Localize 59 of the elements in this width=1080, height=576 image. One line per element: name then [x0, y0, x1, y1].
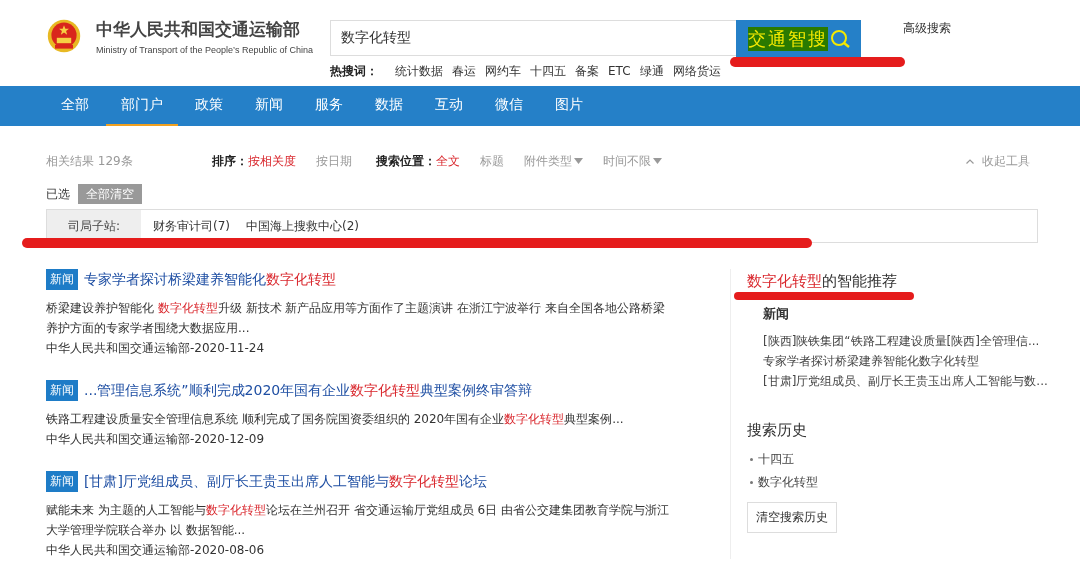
search-field[interactable]: 数字化转型 [330, 20, 736, 56]
hot-word-link[interactable]: 统计数据 [395, 63, 443, 80]
site-title: 中华人民共和国交通运输部 [96, 17, 301, 41]
history-heading: 搜索历史 [747, 421, 808, 440]
caret-icon [574, 158, 583, 164]
nav-tab[interactable]: 微信 [480, 86, 538, 126]
recommend-link[interactable]: [陕西]陕铁集团“铁路工程建设质量[陕西]全管理信... [763, 331, 1047, 351]
nav-tab[interactable]: 服务 [300, 86, 358, 126]
result-title-link[interactable]: ...管理信息系统”顺利完成2020年国有企业数字化转型典型案例终审答辩 [84, 381, 533, 400]
nav-tab[interactable]: 部门户 [106, 86, 178, 126]
hot-word-link[interactable]: 网约车 [485, 63, 521, 80]
sort-option[interactable]: 按相关度 [248, 152, 296, 170]
nav-tab[interactable]: 数据 [360, 86, 418, 126]
advanced-search-link[interactable]: 高级搜索 [903, 20, 951, 36]
result-title-link[interactable]: [甘肃]厅党组成员、副厅长王贵玉出席人工智能与数字化转型论坛 [84, 472, 487, 491]
hot-word-link[interactable]: 春运 [452, 63, 476, 80]
subsite-option[interactable]: 财务审计司(7) [153, 217, 230, 235]
chevron-up-icon [966, 158, 974, 164]
location-option[interactable]: 全文 [436, 152, 460, 170]
nav-tab[interactable]: 图片 [540, 86, 598, 126]
result-snippet: 桥梁建设养护智能化 数字化转型升级 新技术 新产品应用等方面作了主题演讲 在浙江宁波举行 来自全国各地公路桥梁养护方面的专家学者围绕大数据应用... [46, 300, 667, 337]
bullet-icon [750, 458, 753, 461]
result-snippet: 赋能未来 为主题的人工智能与数字化转型论坛在兰州召开 省交通运输厅党组成员 6日 由省公交建集团教育学院与浙江大学管理学院联合举办 以 数据智能... [46, 502, 670, 539]
result-source: 中华人民共和国交通运输部-2020-11-24 [46, 340, 266, 357]
recommend-category: 新闻 [763, 305, 790, 323]
subsite-option[interactable]: 中国海上搜救中心(2) [246, 217, 359, 235]
caret-icon [653, 158, 662, 164]
history-link[interactable]: 十四五 [758, 448, 794, 471]
selected-label: 已选 [46, 185, 70, 203]
search-icon [829, 29, 850, 49]
result-count: 相关结果 129条 [46, 152, 134, 170]
sort-label: 排序： [212, 152, 248, 170]
search-location-label: 搜索位置： [376, 152, 436, 170]
nav-tab[interactable]: 互动 [420, 86, 478, 126]
category-tag: 新闻 [46, 380, 78, 401]
result-source: 中华人民共和国交通运输部-2020-08-06 [46, 542, 266, 559]
hot-word-link[interactable]: ETC [608, 64, 631, 78]
nav-tab[interactable]: 政策 [180, 86, 238, 126]
clear-history-button[interactable]: 清空搜索历史 [747, 502, 837, 533]
search-button[interactable]: 交通智搜 [736, 20, 861, 58]
category-tag: 新闻 [46, 269, 78, 290]
hot-word-link[interactable]: 备案 [575, 63, 599, 80]
nav-tab[interactable]: 新闻 [240, 86, 298, 126]
hot-word-link[interactable]: 绿通 [639, 63, 664, 80]
hot-word-link[interactable]: 十四五 [530, 63, 566, 80]
result-title-link[interactable]: 专家学者探讨桥梁建养智能化数字化转型 [84, 270, 336, 289]
emblem-icon [46, 17, 82, 55]
history-link[interactable]: 数字化转型 [758, 471, 818, 494]
recommend-link[interactable]: [甘肃]厅党组成员、副厅长王贵玉出席人工智能与数... [763, 371, 1047, 391]
result-source: 中华人民共和国交通运输部-2020-12-09 [46, 431, 266, 448]
hot-word-link[interactable]: 网络货运 [672, 63, 721, 80]
hot-words-label: 热搜词： [330, 63, 378, 80]
bullet-icon [750, 481, 753, 484]
recommend-heading: 数字化转型的智能推荐 [747, 272, 898, 291]
nav-tab[interactable]: 全部 [46, 86, 104, 126]
recommend-link[interactable]: 专家学者探讨桥梁建养智能化数字化转型 [763, 351, 1047, 371]
site-subtitle: Ministry of Transport of the People’s Republic of China [96, 44, 313, 55]
category-tag: 新闻 [46, 471, 78, 492]
result-snippet: 铁路工程建设质量安全管理信息系统 顺利完成了国务院国资委组织的 2020年国有企业数字化转型典型案例... [46, 411, 625, 428]
